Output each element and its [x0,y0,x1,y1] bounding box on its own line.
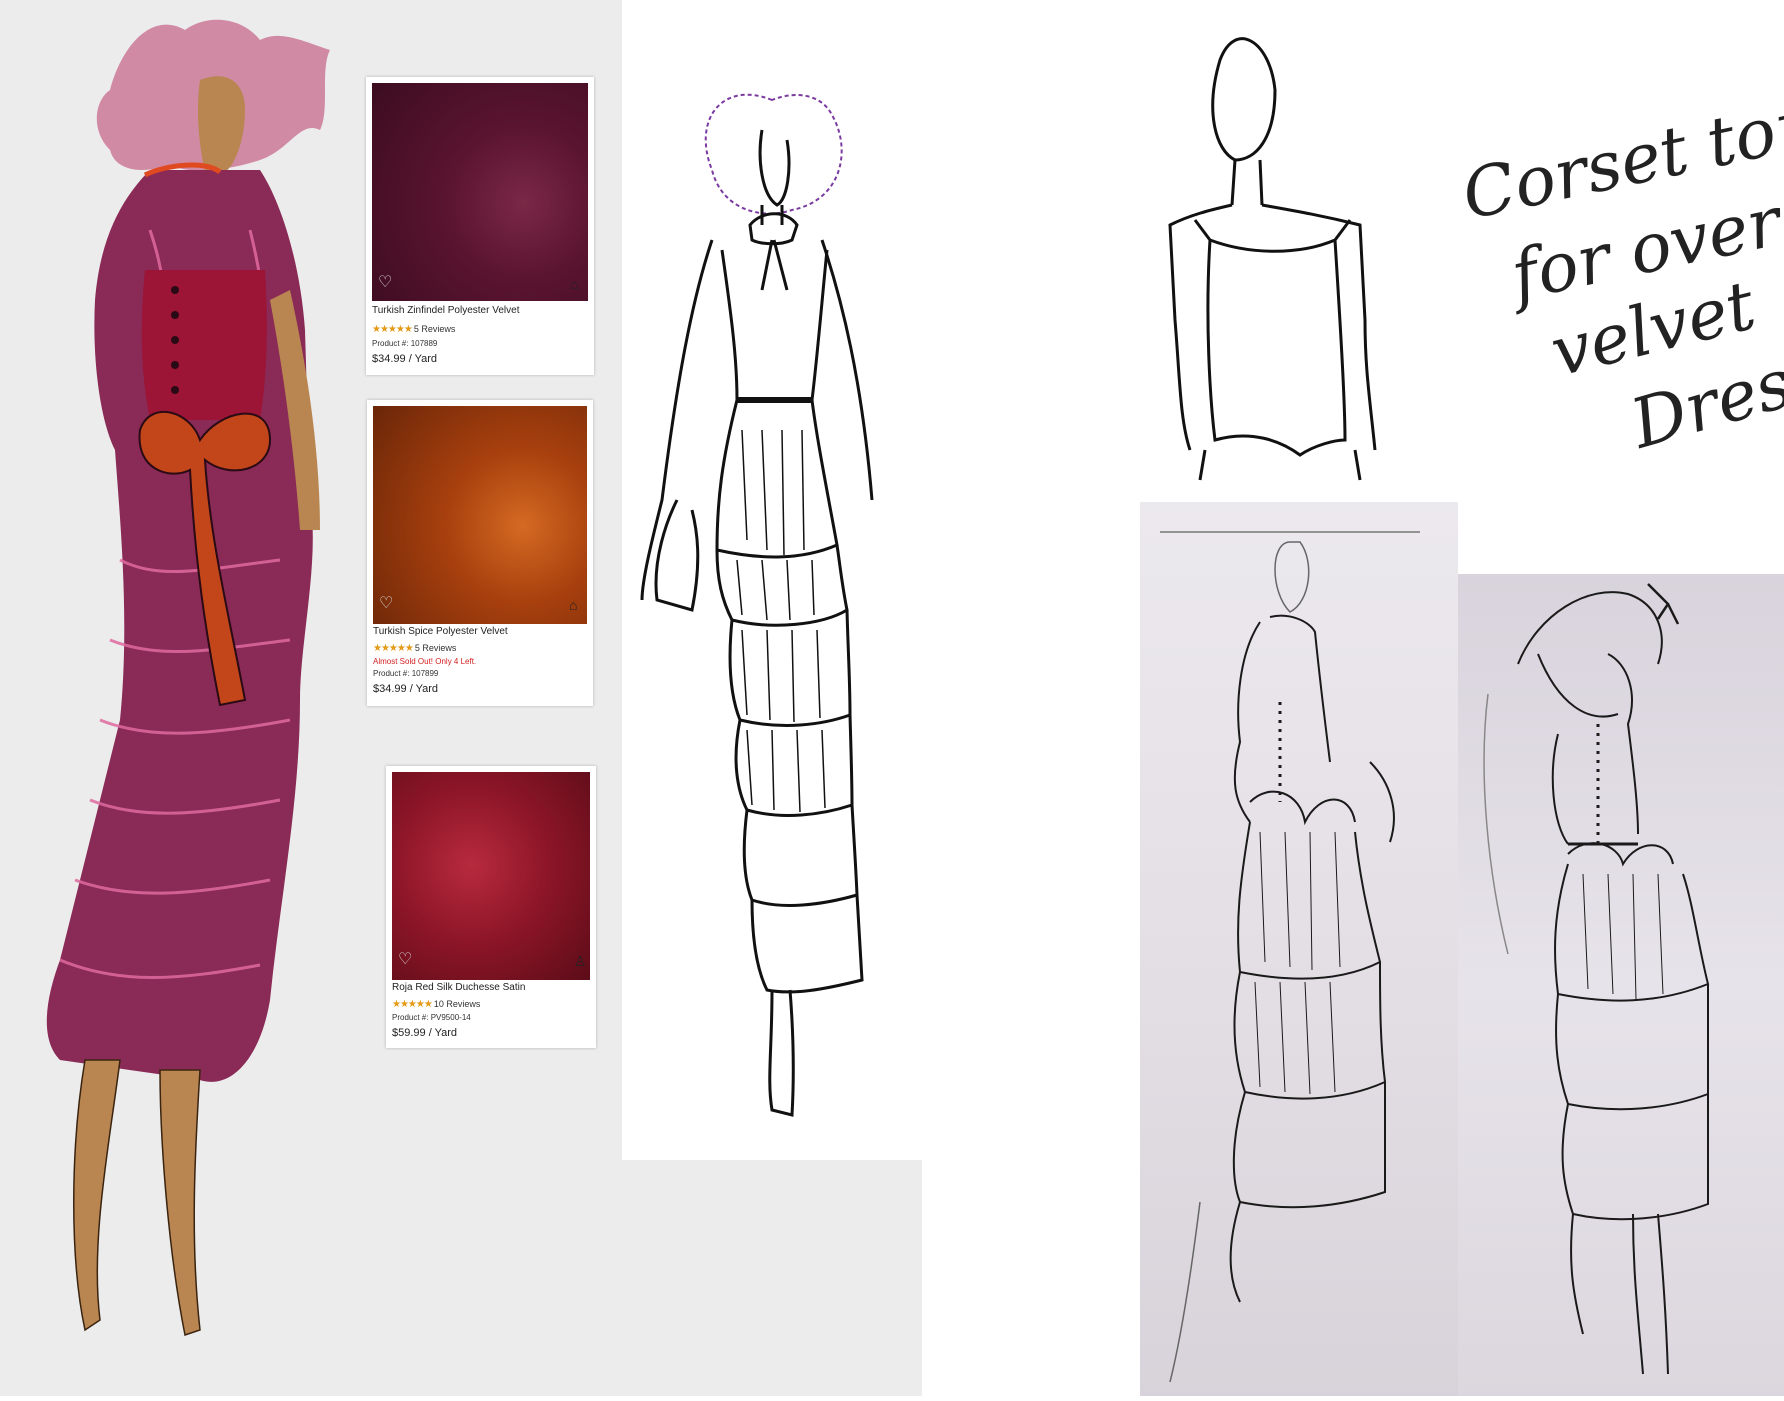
review-count[interactable]: 5 Reviews [415,643,457,653]
price: $59.99 / Yard [392,1027,458,1039]
rating-stars: ★★★★★ 5 Reviews [373,643,457,654]
fabric-title[interactable]: Turkish Spice Polyester Velvet [373,626,508,637]
rating-stars: ★★★★★ 5 Reviews [372,324,456,335]
fabric-title[interactable]: Roja Red Silk Duchesse Satin [392,982,525,993]
review-count[interactable]: 10 Reviews [434,999,481,1009]
product-number: Product #: 107899 [373,669,439,678]
fabric-swatch-card[interactable]: ♡ ♙ Roja Red Silk Duchesse Satin ★★★★★ 10… [386,766,596,1048]
heart-icon[interactable]: ♡ [378,275,392,291]
fabric-swatch-image [392,772,590,980]
leg [159,1069,201,1336]
rating-stars: ★★★★★ 10 Reviews [392,999,481,1010]
product-number: Product #: 107889 [372,339,438,348]
heart-icon[interactable]: ♡ [398,952,412,968]
heart-icon[interactable]: ♡ [379,596,393,612]
corset [141,270,267,420]
sketch-photo-back-view [1140,502,1458,1396]
dress-form-icon[interactable]: ♙ [574,954,587,968]
home-icon[interactable]: ⌂ [570,277,578,291]
fabric-title[interactable]: Turkish Zinfindel Polyester Velvet [372,305,519,316]
board-background-strip [622,1160,922,1396]
price: $34.99 / Yard [373,683,439,695]
home-icon[interactable]: ⌂ [569,598,577,612]
fabric-swatch-card[interactable]: ♡ ⌂ Turkish Zinfindel Polyester Velvet ★… [366,77,594,375]
leg [73,1059,121,1332]
handwritten-note: Corset top for over velvet Dress [1456,83,1784,464]
fabric-swatch-card[interactable]: ♡ ⌂ Turkish Spice Polyester Velvet ★★★★★… [367,400,593,706]
fabric-swatch-image [373,406,587,624]
front-view-line-sketch [640,93,874,1117]
stock-warning: Almost Sold Out! Only 4 Left. [373,657,477,666]
review-count[interactable]: 5 Reviews [414,324,456,334]
price: $34.99 / Yard [372,353,438,365]
sketch-photo-raised-arm [1458,574,1784,1396]
corset-back-sketch [1168,37,1377,481]
fabric-swatch-image [372,83,588,301]
product-number: Product #: PV9500-14 [392,1013,471,1022]
